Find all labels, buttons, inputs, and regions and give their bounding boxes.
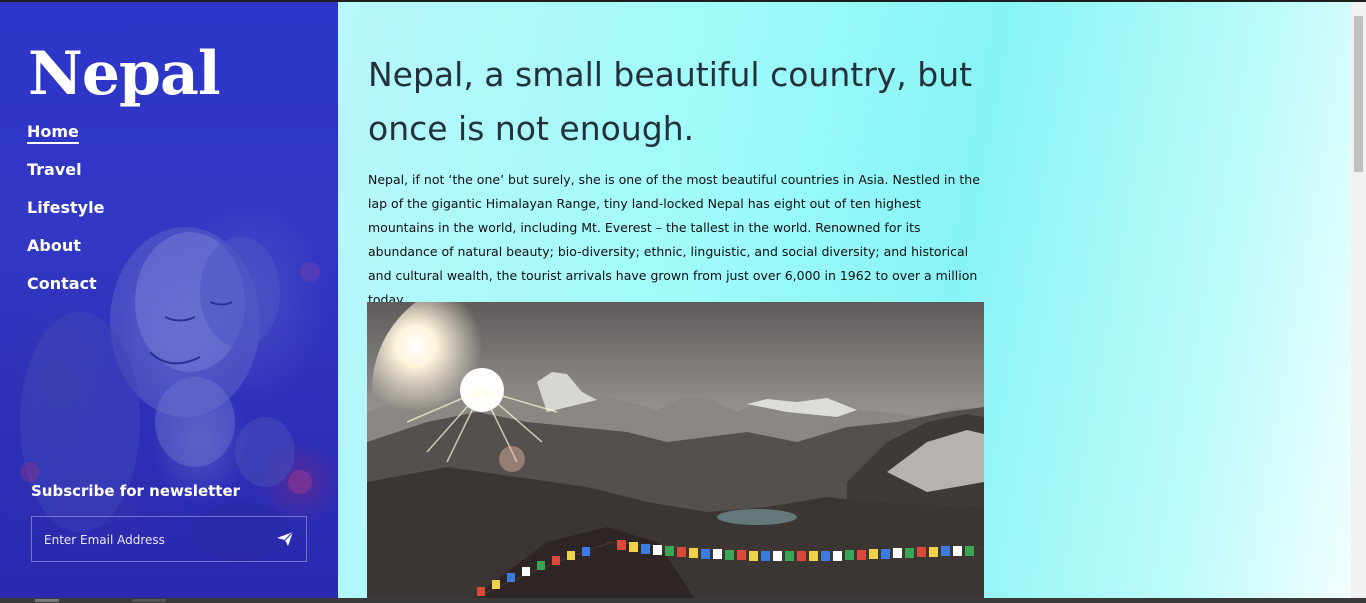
page-scrollbar[interactable] xyxy=(1351,2,1366,598)
scrollbar-thumb[interactable] xyxy=(1354,16,1363,172)
paper-plane-icon xyxy=(277,531,294,546)
nav-item-about[interactable]: About xyxy=(27,232,81,270)
nav-item-label: Home xyxy=(27,122,79,144)
main-nav: Home Travel Lifestyle About Contact xyxy=(27,118,104,308)
site-logo[interactable]: Nepal xyxy=(28,36,221,112)
nav-item-lifestyle[interactable]: Lifestyle xyxy=(27,194,104,232)
newsletter-form xyxy=(31,516,307,562)
nav-item-label: Travel xyxy=(27,160,82,179)
nav-item-label: About xyxy=(27,236,81,255)
nav-item-label: Lifestyle xyxy=(27,198,105,217)
sidebar: Nepal Home Travel Lifestyle About Contac… xyxy=(0,2,338,598)
window-bottom-edge xyxy=(0,598,1366,603)
article-intro: Nepal, if not ‘the one’ but surely, she … xyxy=(368,172,980,307)
nav-item-home[interactable]: Home xyxy=(27,118,79,156)
subscribe-send-button[interactable] xyxy=(272,528,298,550)
newsletter-title: Subscribe for newsletter xyxy=(31,482,241,500)
email-field[interactable] xyxy=(42,529,266,551)
nav-item-contact[interactable]: Contact xyxy=(27,270,97,308)
himalaya-photo xyxy=(367,302,984,598)
nav-item-label: Contact xyxy=(27,274,97,293)
nav-item-travel[interactable]: Travel xyxy=(27,156,82,194)
article-headline: Nepal, a small beautiful country, but on… xyxy=(368,55,973,148)
main-content: Nepal, a small beautiful country, but on… xyxy=(338,2,1351,598)
